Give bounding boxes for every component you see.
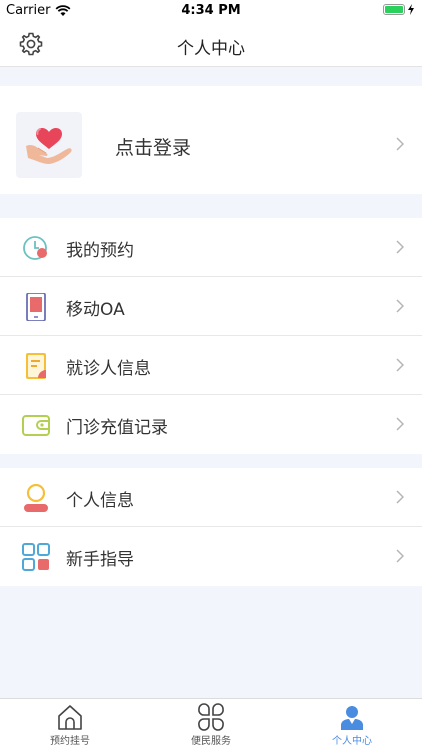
- avatar[interactable]: [16, 112, 82, 178]
- menu-item-patient-info[interactable]: 就诊人信息: [0, 336, 422, 395]
- status-time: 4:34 PM: [181, 3, 241, 18]
- menu-item-beginner-guide[interactable]: 新手指导: [0, 527, 422, 586]
- tab-appointment-registration[interactable]: 预约挂号: [0, 699, 140, 750]
- battery-indicator: [383, 4, 414, 15]
- tab-label: 个人中心: [332, 736, 372, 747]
- tab-label: 预约挂号: [50, 736, 90, 747]
- page-title: 个人中心: [177, 39, 245, 59]
- tab-label: 便民服务: [191, 736, 231, 747]
- person-icon: [24, 484, 48, 512]
- menu-item-personal-info[interactable]: 个人信息: [0, 468, 422, 527]
- menu-item-mobile-oa[interactable]: 移动OA: [0, 277, 422, 336]
- menu-item-my-appointments[interactable]: 我的预约: [0, 218, 422, 277]
- clover-icon: [198, 703, 224, 731]
- chevron-right-icon: [396, 490, 404, 504]
- grid-icon: [22, 543, 50, 571]
- status-bar: Carrier 4:34 PM: [0, 0, 422, 22]
- menu-item-label: 新手指导: [66, 550, 134, 570]
- user-icon: [341, 706, 363, 730]
- tab-bar: 预约挂号 便民服务 个人中心: [0, 698, 422, 750]
- menu-item-recharge-records[interactable]: 门诊充值记录: [0, 395, 422, 454]
- tab-personal-center[interactable]: 个人中心: [282, 699, 422, 750]
- chevron-right-icon: [396, 240, 404, 254]
- login-card[interactable]: 点击登录: [0, 86, 422, 194]
- document-icon: [26, 353, 46, 379]
- login-label[interactable]: 点击登录: [115, 133, 191, 160]
- tab-convenience-services[interactable]: 便民服务: [141, 699, 281, 750]
- chevron-right-icon: [396, 137, 404, 151]
- menu-item-label: 移动OA: [66, 300, 125, 320]
- chevron-right-icon: [396, 549, 404, 563]
- wallet-icon: [22, 415, 50, 436]
- menu-item-label: 门诊充值记录: [66, 418, 168, 438]
- menu-group-account: 个人信息 新手指导: [0, 468, 422, 586]
- nav-bar: 个人中心: [0, 22, 422, 67]
- menu-item-label: 个人信息: [66, 491, 134, 511]
- battery-icon: [383, 4, 405, 15]
- chevron-right-icon: [396, 417, 404, 431]
- menu-item-label: 我的预约: [66, 241, 134, 261]
- clock-icon: [23, 236, 47, 260]
- charging-icon: [408, 4, 414, 15]
- phone-icon: [26, 293, 46, 321]
- chevron-right-icon: [396, 299, 404, 313]
- menu-item-label: 就诊人信息: [66, 359, 151, 379]
- heart-hand-icon: [26, 128, 72, 164]
- home-icon: [58, 705, 82, 730]
- chevron-right-icon: [396, 358, 404, 372]
- menu-group-services: 我的预约 移动OA 就诊人信息 门诊充值记录: [0, 218, 422, 454]
